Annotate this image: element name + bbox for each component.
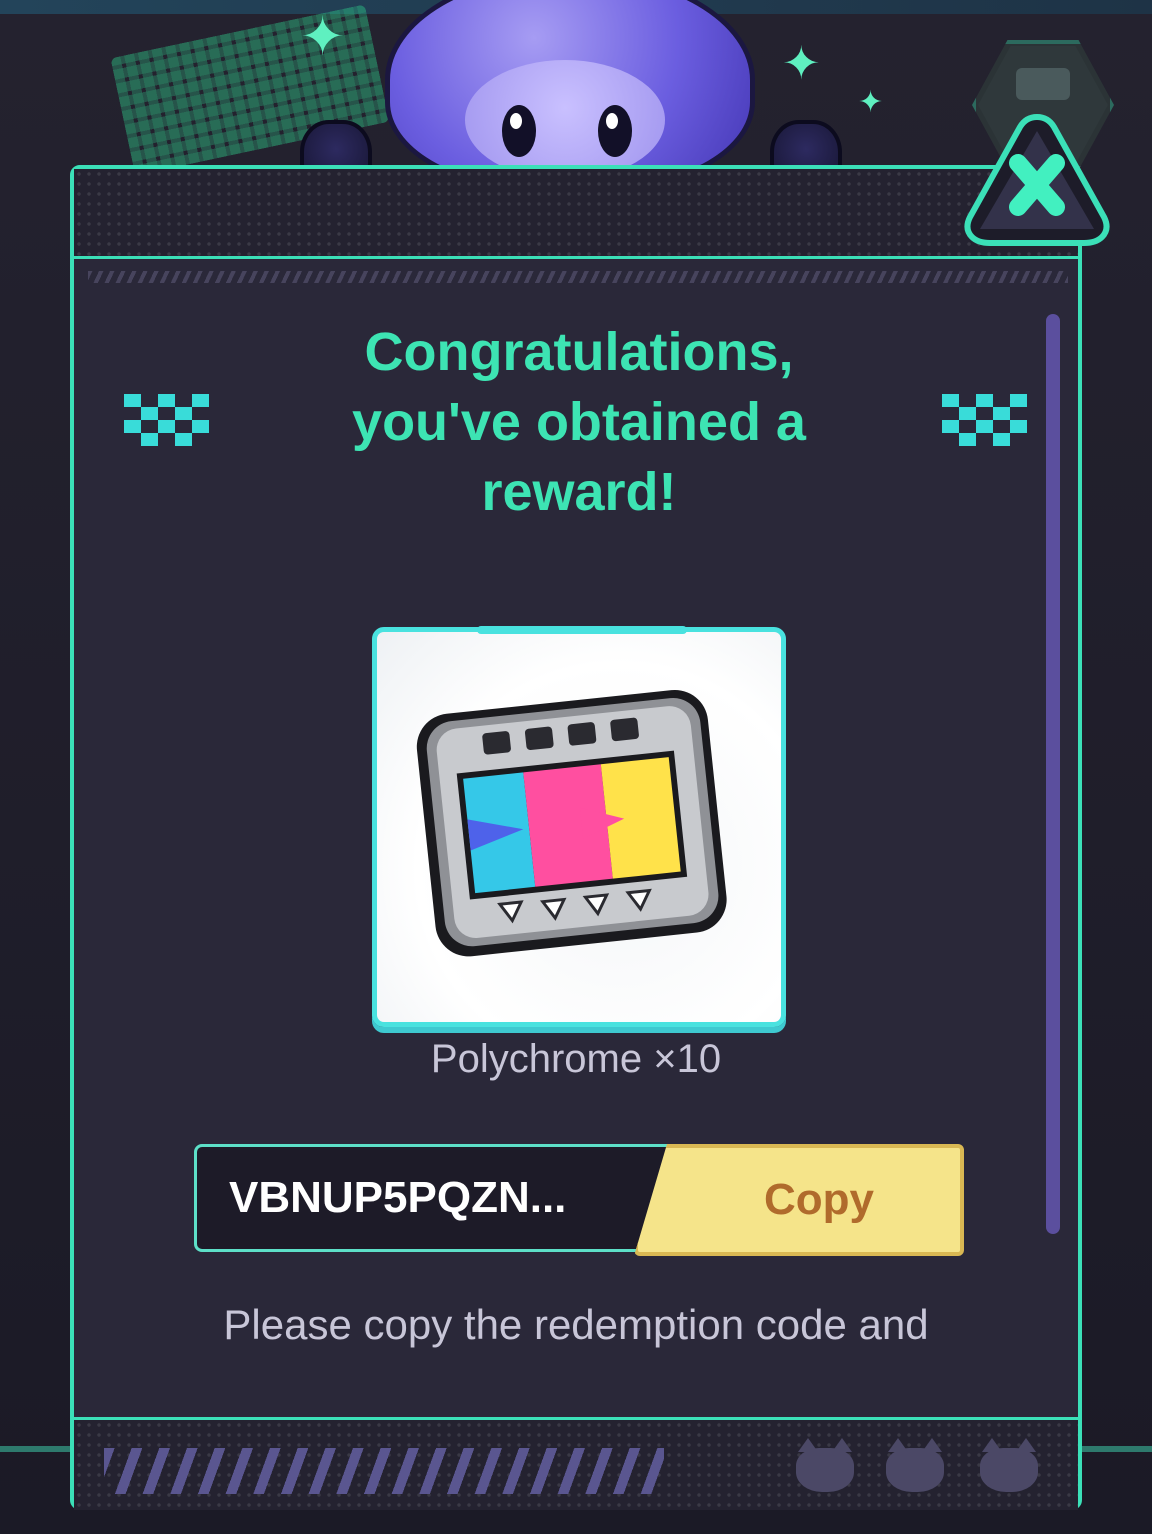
sparkle-icon: ✦ xyxy=(858,86,884,119)
dialog-title: Congratulations, you've obtained a rewar… xyxy=(352,322,806,522)
mascot xyxy=(300,0,842,200)
card-top-tab xyxy=(477,626,687,634)
copy-button[interactable]: Copy xyxy=(634,1144,964,1256)
scrollbar[interactable] xyxy=(1046,314,1060,1234)
film-reel-icon xyxy=(416,689,727,957)
sparkle-icon: ✦ xyxy=(782,37,821,89)
cat-icon xyxy=(980,1438,1038,1492)
dialog-footer xyxy=(74,1417,1078,1510)
gift-icon xyxy=(1016,68,1070,100)
header-hatch xyxy=(88,271,1068,283)
footer-hatch xyxy=(104,1448,664,1494)
dialog-header xyxy=(74,169,1078,259)
cat-icon xyxy=(886,1438,944,1492)
mascot-face xyxy=(465,60,665,180)
copy-button-label: Copy xyxy=(764,1175,874,1224)
redemption-hint: Please copy the redemption code and xyxy=(223,1301,929,1348)
redemption-code-row: VBNUP5PQZN... Copy xyxy=(194,1144,964,1256)
reward-screen: ✦ ✦ ✦ Congratulations, you've obtained a… xyxy=(0,0,1152,1534)
checker-decoration-left xyxy=(124,394,209,446)
redemption-code-field[interactable]: VBNUP5PQZN... xyxy=(194,1144,694,1252)
reward-item-card xyxy=(372,626,786,1027)
mascot-eye-right xyxy=(598,105,632,157)
sparkle-icon: ✦ xyxy=(300,7,346,67)
mascot-eye-left xyxy=(502,105,536,157)
cat-icon xyxy=(796,1438,854,1492)
reward-item-name: Polychrome ×10 xyxy=(430,1037,722,1081)
close-button[interactable] xyxy=(962,105,1112,255)
reward-dialog: Congratulations, you've obtained a rewar… xyxy=(70,165,1082,1510)
checker-decoration-right xyxy=(942,394,1027,446)
